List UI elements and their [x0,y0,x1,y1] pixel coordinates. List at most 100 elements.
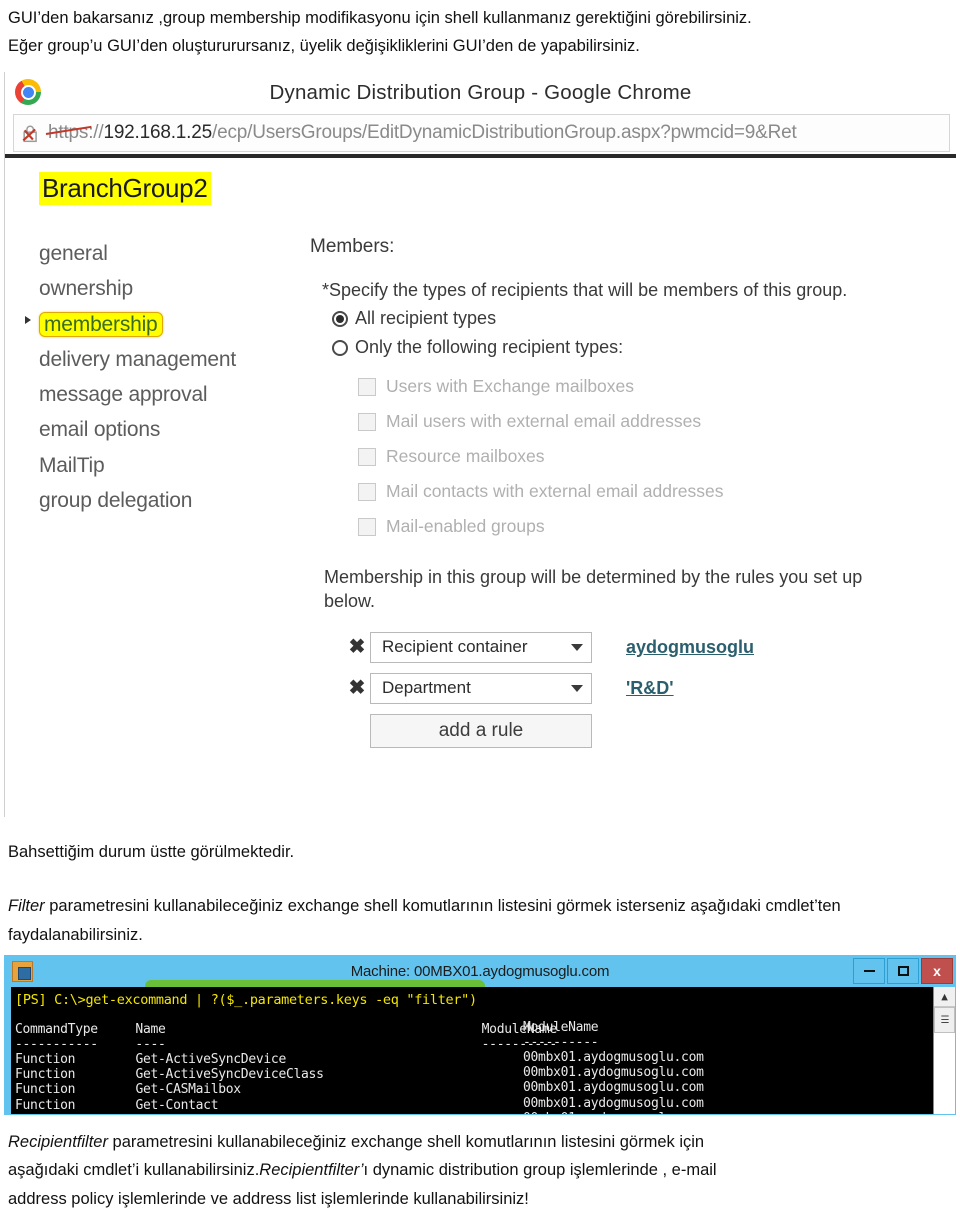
checkbox-icon[interactable] [358,412,376,431]
console-module-cell: 00mbx01.aydogmusoglu.com [523,1050,704,1065]
remove-rule-icon[interactable]: ✖ [344,637,370,657]
intro-line-2: Eğer group’u GUI’den oluştururursanız, ü… [8,37,640,56]
console-module-cell: 00mbx01.aydogmusoglu.com [523,1111,704,1114]
radio-all-recipient-types[interactable]: All recipient types [332,308,940,329]
rule-field-select[interactable]: Department [370,672,592,704]
console-scrollbar[interactable]: ▲ ☰ [933,987,955,1114]
sidebar-item-membership[interactable]: membership [25,307,309,342]
outro-paragraph: Recipientfilter parametresini kullanabil… [8,1128,952,1213]
members-panel: Members: *Specify the types of recipient… [310,236,940,748]
sidebar-item-label: message approval [39,383,208,407]
maximize-button[interactable] [887,958,919,984]
radio-only-following-types[interactable]: Only the following recipient types: [332,337,940,358]
outro-line-3: address policy işlemlerinde ve address l… [8,1189,529,1208]
checkbox-label: Mail-enabled groups [386,516,545,536]
sidebar-item-general[interactable]: general [39,236,309,271]
checkbox-icon[interactable] [358,377,376,396]
recipientfilter-emphasis-1: Recipientfilter [8,1133,108,1151]
minimize-icon [863,970,875,972]
sidebar-item-mailtip[interactable]: MailTip [39,448,309,483]
close-button[interactable]: x [921,958,953,984]
checkbox-icon[interactable] [358,447,376,466]
checkbox-label: Mail contacts with external email addres… [386,481,724,501]
console-module-cell: 00mbx01.aydogmusoglu.com [523,1095,704,1111]
recipientfilter-emphasis-2: Recipientfilter’ [259,1161,364,1180]
checkbox-label: Users with Exchange mailboxes [386,376,635,396]
console-output[interactable]: [PS] C:\>get-excommand | ?($_.parameters… [5,987,955,1114]
radio-icon[interactable] [332,310,348,327]
scroll-up-button[interactable]: ▲ [934,987,955,1007]
sidebar-item-group-delegation[interactable]: group delegation [39,483,309,518]
checkbox-icon[interactable] [358,517,376,536]
rule-field-label: Department [382,678,471,698]
rule-value-link[interactable]: aydogmusoglu [626,637,754,658]
filter-emphasis: Filter [8,897,45,916]
url-path: /ecp/UsersGroups/EditDynamicDistribution… [212,122,797,143]
checkbox-mail-users-external[interactable]: Mail users with external email addresses [358,411,940,432]
powershell-icon [12,961,33,982]
radio-label: Only the following recipient types: [355,337,624,357]
checkbox-label: Resource mailboxes [386,446,545,466]
console-command-line: [PS] C:\>get-excommand | ?($_.parameters… [15,992,477,1008]
lock-slashed-icon [22,125,37,143]
rule-row: ✖ Recipient container aydogmusoglu [344,631,940,663]
url-text: https://192.168.1.25/ecp/UsersGroups/Edi… [45,122,797,144]
console-module-column: ModuleName ---------- 00mbx01.aydogmusog… [523,1020,704,1114]
checkbox-users-with-exchange-mailboxes[interactable]: Users with Exchange mailboxes [358,376,940,397]
console-left-edge [5,987,11,1114]
powershell-window-title: Machine: 00MBX01.aydogmusoglu.com [350,963,610,980]
sidebar-item-email-options[interactable]: email options [39,412,309,447]
rule-value-link[interactable]: 'R&D' [626,678,674,699]
checkbox-mail-enabled-groups[interactable]: Mail-enabled groups [358,516,940,537]
console-row: Function Get-ActiveSyncDeviceClass [15,1067,324,1083]
sidebar-item-ownership[interactable]: ownership [39,271,309,306]
rule-row: ✖ Department 'R&D' [344,672,940,704]
remove-rule-icon[interactable]: ✖ [344,678,370,698]
outro-text-1: parametresini kullanabileceğiniz exchang… [107,1133,705,1151]
checkbox-mail-contacts-external[interactable]: Mail contacts with external email addres… [358,481,940,502]
console-module-rule: ---------- [523,1035,599,1050]
specify-types-label: *Specify the types of recipients that wi… [322,280,848,300]
sidebar-item-label: delivery management [39,347,236,371]
rules-list: ✖ Recipient container aydogmusoglu ✖ Dep… [344,631,940,748]
maximize-icon [897,966,909,976]
console-row: Function Get-Contact [15,1097,219,1113]
chevron-down-icon [571,684,583,692]
browser-titlebar: Dynamic Distribution Group - Google Chro… [5,72,956,114]
address-bar[interactable]: https://192.168.1.25/ecp/UsersGroups/Edi… [13,114,950,152]
sidebar-item-label: general [39,242,108,265]
rules-description: Membership in this group will be determi… [324,567,863,612]
middle-paragraphs: Bahsettiğim durum üstte görülmektedir. F… [8,838,952,949]
sidebar-item-message-approval[interactable]: message approval [39,377,309,412]
console-module-cell: 00mbx01.aydogmusoglu.com [523,1065,704,1081]
ecp-page: BranchGroup2 general ownership membershi… [5,158,956,817]
window-controls: x [853,958,953,984]
browser-window-title: Dynamic Distribution Group - Google Chro… [269,81,692,104]
console-header-rule: ----------- ---- ---------- [15,1037,557,1052]
checkbox-icon[interactable] [358,482,376,501]
rule-field-select[interactable]: Recipient container [370,631,592,663]
sidebar-item-delivery-management[interactable]: delivery management [39,342,309,377]
caret-right-icon [25,315,31,324]
outro-line-2: aşağıdaki cmdlet’i kullanabilirsiniz.Rec… [8,1156,952,1184]
add-rule-button[interactable]: add a rule [370,713,592,748]
page-title: BranchGroup2 [39,172,211,205]
sidebar-item-label: email options [39,418,161,442]
url-host: 192.168.1.25 [103,122,212,143]
rule-field-label: Recipient container [382,637,528,657]
scrollbar-thumb[interactable]: ☰ [934,1007,955,1033]
console-module-header: ModuleName [523,1020,599,1035]
browser-screenshot: Dynamic Distribution Group - Google Chro… [4,72,956,817]
middle-line-1: Bahsettiğim durum üstte görülmektedir. [8,843,295,861]
sidebar-item-label: ownership [39,277,133,301]
url-scheme: https [45,122,92,143]
middle-line-2-rest: parametresini kullanabileceğiniz exchang… [8,897,841,944]
middle-line-2: Filter parametresini kullanabileceğiniz … [8,892,952,949]
minimize-button[interactable] [853,958,885,984]
radio-icon[interactable] [332,339,348,356]
checkbox-resource-mailboxes[interactable]: Resource mailboxes [358,446,940,467]
checkbox-label: Mail users with external email addresses [386,411,702,431]
console-module-cell: 00mbx01.aydogmusoglu.com [523,1080,704,1096]
sidebar-item-label: group delegation [39,488,193,512]
intro-paragraph: GUI’den bakarsanız ,group membership mod… [8,4,952,61]
